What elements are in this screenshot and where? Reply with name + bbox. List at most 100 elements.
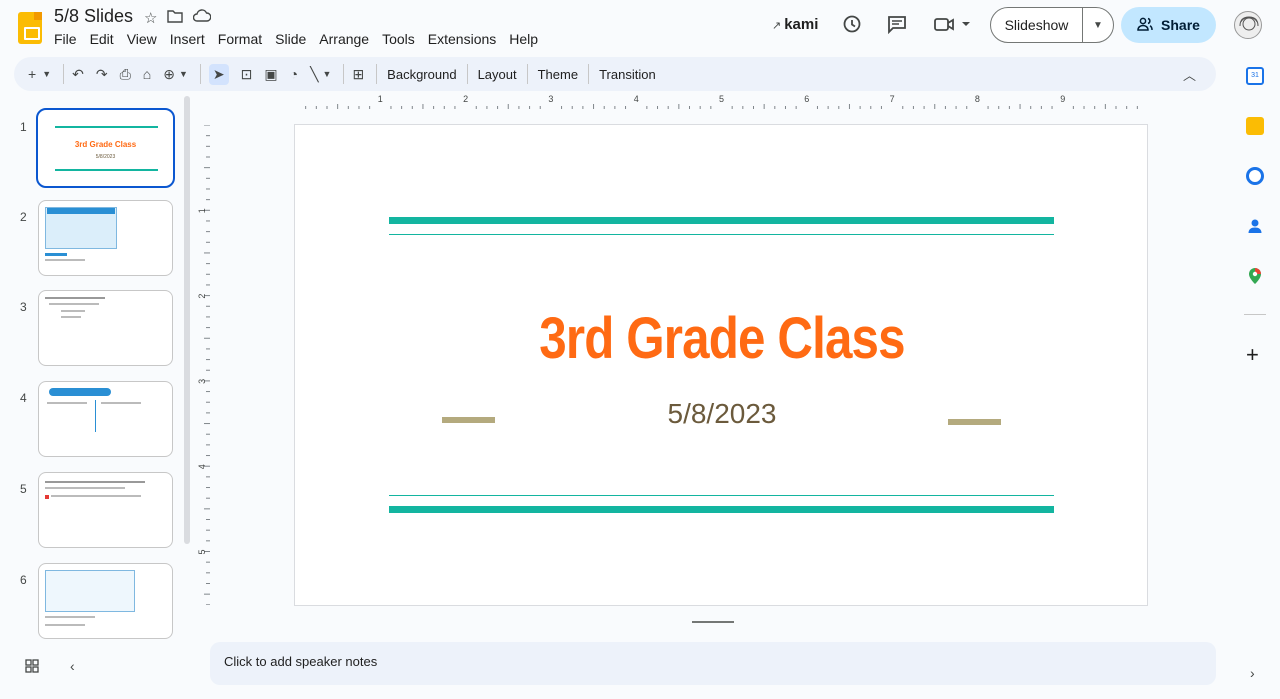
slide-thumbnail[interactable] xyxy=(38,200,173,276)
ruler-label: 5 xyxy=(719,95,724,104)
side-panel: 31 + › xyxy=(1232,58,1280,699)
maps-icon[interactable] xyxy=(1246,267,1264,285)
version-history-icon[interactable] xyxy=(842,14,862,39)
add-comment-icon[interactable]: ⊞ xyxy=(352,66,364,83)
menu-file[interactable]: File xyxy=(54,31,83,47)
select-cursor-icon[interactable]: ➤ xyxy=(208,63,229,85)
cloud-status-icon[interactable] xyxy=(193,9,212,27)
text-box-icon[interactable]: ⊡ xyxy=(241,66,253,83)
toolbar: + ▼ ↶ ↷ ⎙ ⌂ ⊕ ▼ ➤ ⊡ ▣ ◔ ╲ ▼ ⊞ Background… xyxy=(14,57,1216,91)
contacts-icon[interactable] xyxy=(1246,217,1264,235)
thumb-graphic xyxy=(45,253,67,256)
menu-extensions[interactable]: Extensions xyxy=(428,31,502,47)
thumb-graphic xyxy=(47,208,115,214)
star-icon[interactable]: ☆ xyxy=(144,9,157,27)
thumb-accent-bar xyxy=(55,126,158,128)
theme-button[interactable]: Theme xyxy=(538,67,578,82)
external-link-icon: ↗ xyxy=(772,20,782,32)
slide-number: 1 xyxy=(20,120,27,134)
thumb-graphic xyxy=(45,624,85,626)
share-button[interactable]: Share xyxy=(1121,7,1216,43)
print-icon[interactable]: ⎙ xyxy=(120,66,131,83)
new-slide-dropdown-icon[interactable]: ▼ xyxy=(42,69,51,79)
comments-icon[interactable] xyxy=(887,14,907,39)
ruler-label: 4 xyxy=(197,464,207,469)
slide-canvas[interactable]: 3rd Grade Class 5/8/2023 xyxy=(294,124,1148,606)
collapse-menus-icon[interactable]: ︿ xyxy=(1183,65,1196,84)
notes-resize-handle[interactable] xyxy=(692,621,734,623)
new-slide-icon[interactable]: + xyxy=(28,66,36,82)
show-side-panel-icon[interactable]: › xyxy=(1250,665,1255,681)
get-add-ons-icon[interactable]: + xyxy=(1246,342,1259,368)
zoom-icon[interactable]: ⊕ xyxy=(163,66,175,83)
menu-arrange[interactable]: Arrange xyxy=(319,31,375,47)
collapse-filmstrip-icon[interactable]: ‹ xyxy=(70,658,75,674)
thumb-graphic xyxy=(45,297,105,299)
speaker-notes[interactable]: Click to add speaker notes xyxy=(210,642,1216,685)
horizontal-ruler[interactable]: 1 2 3 4 5 6 7 8 9 xyxy=(295,95,1148,109)
line-dropdown-icon[interactable]: ▼ xyxy=(323,69,332,79)
slide-number: 2 xyxy=(20,210,27,224)
slideshow-button-group: Slideshow ▼ xyxy=(990,7,1114,43)
paint-format-icon[interactable]: ⌂ xyxy=(143,66,151,82)
slideshow-dropdown-icon[interactable]: ▼ xyxy=(1083,20,1113,31)
toolbar-divider xyxy=(526,64,528,84)
ruler-label: 4 xyxy=(634,95,639,104)
ruler-label: 3 xyxy=(548,95,553,104)
doc-title[interactable]: 5/8 Slides xyxy=(54,6,133,27)
filmstrip-slide-4[interactable]: 4 xyxy=(0,377,190,457)
kami-extension-button[interactable]: ↗ kami xyxy=(772,16,818,33)
thumb-graphic xyxy=(49,303,99,305)
redo-icon[interactable]: ↷ xyxy=(96,66,108,83)
line-icon[interactable]: ╲ xyxy=(310,66,318,83)
background-button[interactable]: Background xyxy=(387,67,456,82)
top-bar: 5/8 Slides ☆ File Edit View Insert Forma… xyxy=(0,0,1280,56)
menu-view[interactable]: View xyxy=(127,31,163,47)
slides-logo-icon[interactable] xyxy=(18,12,42,44)
filmstrip-slide-5[interactable]: 5 xyxy=(0,468,190,548)
slide-thumbnail[interactable]: 3rd Grade Class 5/8/2023 xyxy=(36,108,175,188)
filmstrip-scrollbar[interactable] xyxy=(184,96,190,544)
slide-thumbnail[interactable] xyxy=(38,381,173,457)
menu-edit[interactable]: Edit xyxy=(90,31,120,47)
slide-thumbnail[interactable] xyxy=(38,290,173,366)
toolbar-divider xyxy=(376,64,378,84)
bottom-accent-bar-thin xyxy=(389,495,1054,496)
menu-insert[interactable]: Insert xyxy=(170,31,211,47)
share-label: Share xyxy=(1161,17,1200,33)
slide-subtitle[interactable]: 5/8/2023 xyxy=(295,398,1149,430)
slide-thumbnail[interactable] xyxy=(38,472,173,548)
avatar[interactable] xyxy=(1234,11,1262,39)
menu-tools[interactable]: Tools xyxy=(382,31,421,47)
thumb-graphic xyxy=(45,481,145,483)
filmstrip: 1 3rd Grade Class 5/8/2023 2 3 4 5 6 xyxy=(0,96,195,641)
move-folder-icon[interactable] xyxy=(167,9,184,27)
calendar-icon[interactable]: 31 xyxy=(1246,67,1264,85)
tasks-icon[interactable] xyxy=(1246,167,1264,185)
vertical-ruler[interactable]: 1 2 3 4 5 xyxy=(196,125,210,605)
menu-help[interactable]: Help xyxy=(509,31,544,47)
zoom-dropdown-icon[interactable]: ▼ xyxy=(179,69,188,79)
menu-format[interactable]: Format xyxy=(218,31,268,47)
slideshow-button[interactable]: Slideshow xyxy=(991,8,1083,42)
transition-button[interactable]: Transition xyxy=(599,67,656,82)
shape-icon[interactable]: ◔ xyxy=(290,66,298,82)
slide-thumbnail[interactable] xyxy=(38,563,173,639)
meet-video-icon[interactable] xyxy=(934,14,972,39)
grid-view-icon[interactable] xyxy=(25,659,39,676)
slide-title[interactable]: 3rd Grade Class xyxy=(359,305,1085,372)
slide-number: 4 xyxy=(20,391,27,405)
toolbar-divider xyxy=(199,64,201,84)
filmstrip-slide-2[interactable]: 2 xyxy=(0,196,190,276)
keep-icon[interactable] xyxy=(1246,117,1264,135)
filmstrip-slide-3[interactable]: 3 xyxy=(0,286,190,366)
slide-number: 6 xyxy=(20,573,27,587)
layout-button[interactable]: Layout xyxy=(478,67,517,82)
undo-icon[interactable]: ↶ xyxy=(72,66,84,83)
image-icon[interactable]: ▣ xyxy=(264,66,277,83)
side-panel-divider xyxy=(1244,314,1266,315)
menu-slide[interactable]: Slide xyxy=(275,31,312,47)
thumb-graphic xyxy=(45,259,85,261)
filmstrip-slide-6[interactable]: 6 xyxy=(0,559,190,639)
filmstrip-slide-1[interactable]: 1 3rd Grade Class 5/8/2023 xyxy=(0,106,190,188)
